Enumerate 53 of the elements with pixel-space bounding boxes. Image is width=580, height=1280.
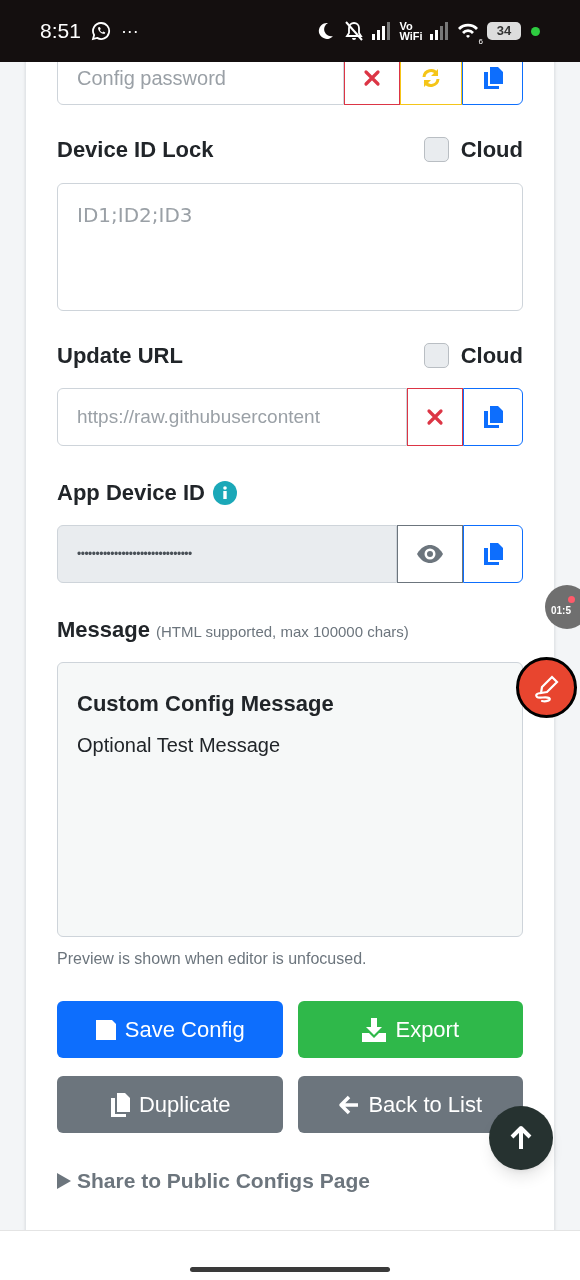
device-id-value-field[interactable]: ••••••••••••••••••••••••••••••• — [57, 525, 397, 583]
vowifi-label: Vo — [399, 21, 414, 31]
refresh-icon — [420, 67, 442, 89]
cloud-checkbox[interactable] — [423, 137, 449, 162]
save-icon — [94, 1018, 117, 1041]
recording-time: 01:5 — [551, 604, 571, 618]
field-label: Update URL — [57, 342, 183, 370]
field-hint: (HTML supported, max 100000 chars) — [155, 622, 409, 642]
muted-bell-icon — [343, 20, 366, 42]
export-button[interactable]: Export — [297, 1001, 523, 1058]
clear-button[interactable] — [344, 62, 400, 105]
cloud-label: Cloud — [460, 136, 523, 164]
wifi-label: 6 — [478, 36, 483, 48]
copy-icon — [108, 1091, 131, 1118]
more-notifications: ··· — [120, 19, 139, 43]
copy-button[interactable] — [463, 525, 523, 583]
helper-text: Preview is shown when editor is unfocused. — [57, 949, 368, 969]
copy-button[interactable] — [463, 388, 523, 446]
field-label: Device ID Lock — [57, 136, 214, 164]
info-icon[interactable] — [212, 480, 237, 505]
signal-icon — [428, 22, 451, 40]
password-field[interactable]: Config password — [57, 62, 344, 105]
cloud-checkbox[interactable] — [423, 343, 449, 368]
update-url-field[interactable]: https://raw.githubusercontent — [57, 388, 407, 446]
masked-value: ••••••••••••••••••••••••••••••• — [77, 546, 192, 563]
show-button[interactable] — [397, 525, 463, 583]
back-button[interactable]: Back to List — [297, 1076, 523, 1133]
message-preview[interactable]: Custom Config Message Optional Test Message — [57, 662, 523, 937]
close-icon — [426, 408, 444, 426]
arrow-left-icon — [338, 1093, 361, 1116]
field-label: App Device ID — [57, 479, 205, 507]
copy-icon — [482, 405, 504, 429]
copy-icon — [482, 542, 504, 566]
duplicate-button[interactable]: Duplicate — [57, 1076, 283, 1133]
field-label: Message — [57, 616, 150, 644]
arrow-up-icon — [509, 1125, 533, 1151]
cloud-label: Cloud — [460, 342, 523, 370]
wifi-icon — [456, 22, 479, 40]
download-icon — [361, 1017, 388, 1042]
save-button[interactable]: Save Config — [57, 1001, 283, 1058]
battery-indicator: 34 — [487, 22, 521, 40]
copy-icon — [481, 66, 504, 90]
share-toggle[interactable]: Share to Public Configs Page — [57, 1165, 370, 1197]
clock: 8:51 — [40, 18, 81, 45]
device-id-field[interactable]: ID1;ID2;ID3 — [57, 183, 523, 311]
close-icon — [363, 69, 381, 87]
eye-icon — [416, 544, 444, 564]
vowifi-label: WiFi — [399, 31, 423, 41]
clear-button[interactable] — [407, 388, 463, 446]
preview-text: Optional Test Message — [77, 733, 282, 758]
chat-icon — [90, 21, 111, 41]
copy-button[interactable] — [462, 62, 523, 105]
preview-heading: Custom Config Message — [77, 690, 335, 718]
